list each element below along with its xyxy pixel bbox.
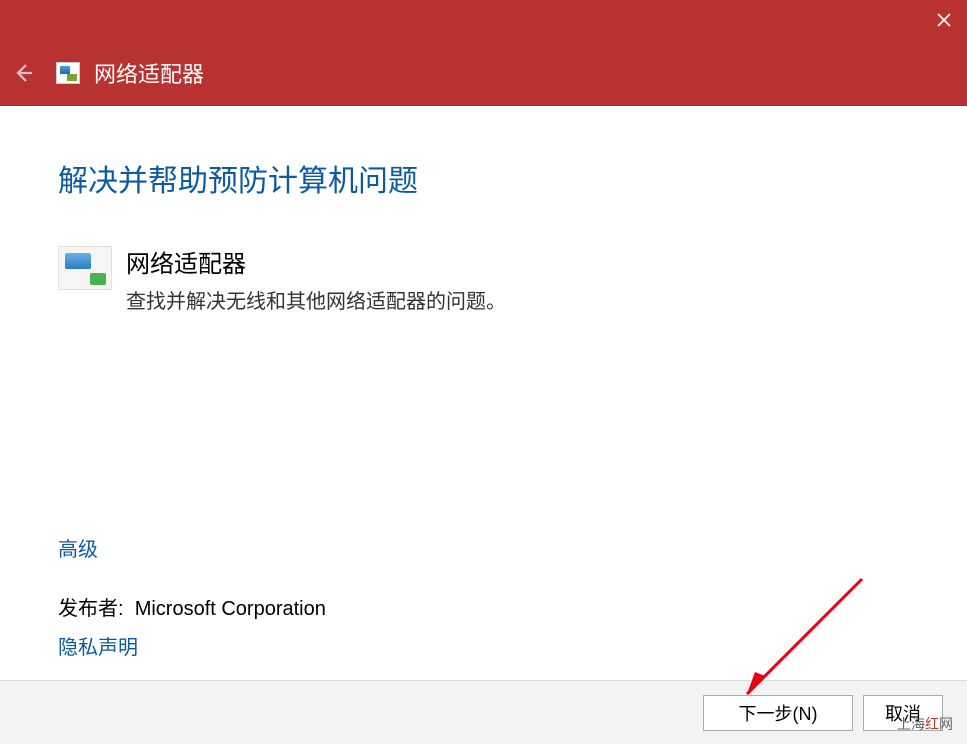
troubleshooter-item: 网络适配器 查找并解决无线和其他网络适配器的问题。: [58, 244, 909, 314]
advanced-link[interactable]: 高级: [58, 533, 98, 562]
troubleshooter-title: 网络适配器: [126, 244, 506, 279]
troubleshooter-description: 查找并解决无线和其他网络适配器的问题。: [126, 285, 506, 314]
back-button[interactable]: [8, 58, 38, 88]
window-title: 网络适配器: [94, 57, 204, 89]
next-button[interactable]: 下一步(N): [703, 695, 853, 731]
publisher-name: Microsoft Corporation: [135, 598, 326, 620]
content-area: 解决并帮助预防计算机问题 网络适配器 查找并解决无线和其他网络适配器的问题。 高…: [0, 106, 967, 680]
privacy-link[interactable]: 隐私声明: [58, 637, 138, 659]
publisher-line: 发布者: Microsoft Corporation: [58, 592, 326, 621]
arrow-left-icon: [12, 62, 34, 84]
footer-bar: 下一步(N) 取消: [0, 680, 967, 744]
close-icon: [937, 13, 951, 27]
network-adapter-icon: [58, 246, 112, 290]
close-button[interactable]: [921, 0, 967, 40]
watermark: 上海红网: [897, 714, 953, 734]
page-heading: 解决并帮助预防计算机问题: [58, 156, 909, 200]
header-bar: 网络适配器: [0, 40, 967, 106]
publisher-label: 发布者:: [58, 598, 124, 620]
title-bar: [0, 0, 967, 40]
network-adapter-header-icon: [56, 62, 80, 84]
